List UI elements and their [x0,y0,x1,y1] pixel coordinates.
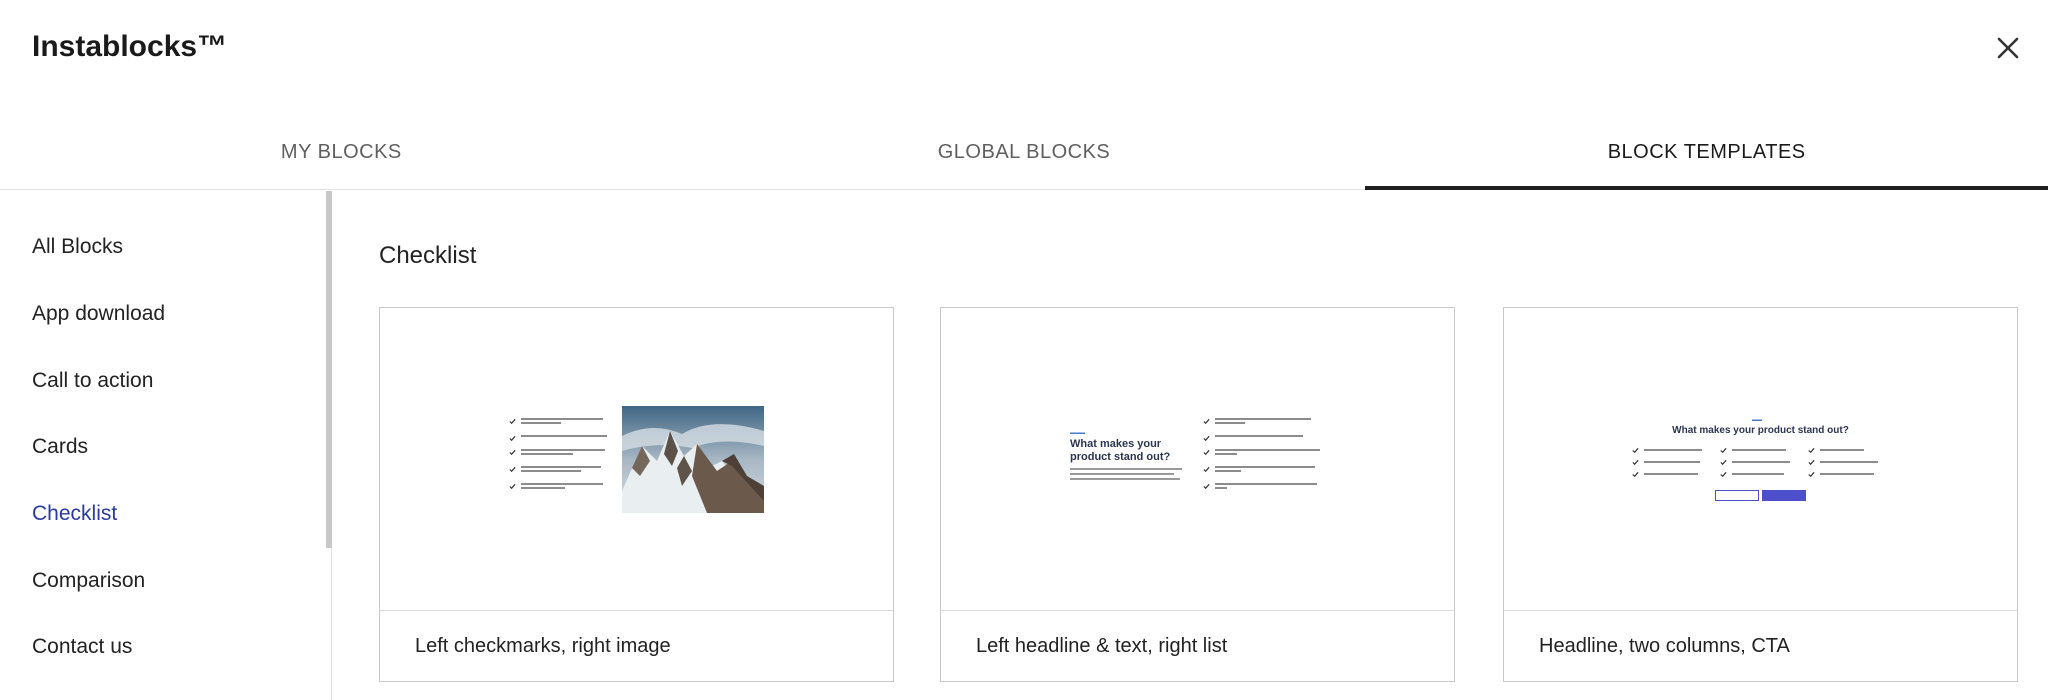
sidebar-item-cards[interactable]: Cards [32,435,88,459]
check-icon [1203,466,1210,473]
check-icon [1632,447,1639,454]
card-footer: Left headline & text, right list [941,610,1454,681]
check-icon [1808,471,1815,478]
preview-text-line [1070,468,1182,470]
card-footer: Left checkmarks, right image [380,610,893,681]
category-sidebar: All Blocks App download Call to action C… [0,191,332,700]
check-icon [1720,471,1727,478]
tab-global-blocks[interactable]: GLOBAL BLOCKS [683,124,1366,189]
check-icon [1808,459,1815,466]
template-card-headline-two-columns-cta[interactable]: ▬▬ What makes your product stand out? He… [1503,307,2018,682]
sidebar-scrollbar[interactable] [326,191,332,548]
sidebar-item-app-download[interactable]: App download [32,302,165,326]
check-icon [1632,471,1639,478]
preview-primary-cta [1762,490,1806,501]
preview-headline: What makes your product stand out? [1672,425,1849,436]
sidebar-item-call-to-action[interactable]: Call to action [32,369,153,393]
card-label: Headline, two columns, CTA [1539,635,1790,657]
close-button[interactable] [1990,30,2026,66]
modal-header: Instablocks™ [0,0,2048,96]
sidebar-item-contact-us[interactable]: Contact us [32,635,132,659]
check-icon [1720,447,1727,454]
template-preview [380,308,893,610]
sidebar-item-checklist[interactable]: Checklist [32,502,117,526]
check-icon [1808,447,1815,454]
check-icon [1203,483,1210,490]
preview-secondary-cta [1715,490,1759,501]
check-icon [509,435,516,442]
card-footer: Headline, two columns, CTA [1504,610,2017,681]
tab-my-blocks[interactable]: MY BLOCKS [0,124,683,189]
sidebar-item-all-blocks[interactable]: All Blocks [32,235,123,259]
app-title: Instablocks™ [32,30,228,63]
check-icon [509,449,516,456]
check-icon [509,466,516,473]
card-label: Left headline & text, right list [976,635,1228,657]
card-label: Left checkmarks, right image [415,635,671,657]
check-icon [1203,449,1210,456]
check-icon [509,418,516,425]
preview-text-line [1070,478,1180,480]
close-icon [1997,37,2019,59]
section-title: Checklist [379,242,477,269]
sidebar-item-comparison[interactable]: Comparison [32,569,145,593]
preview-eyebrow: ▬▬▬ [1070,430,1085,436]
check-icon [509,483,516,490]
preview-eyebrow: ▬▬ [1752,417,1762,423]
template-card-left-headline-right-list[interactable]: ▬▬▬ What makes your product stand out? L… [940,307,1455,682]
template-preview: ▬▬ What makes your product stand out? [1504,308,2017,610]
check-icon [1632,459,1639,466]
check-icon [1720,459,1727,466]
mountain-image [622,406,764,513]
tab-bar: MY BLOCKS GLOBAL BLOCKS BLOCK TEMPLATES [0,124,2048,190]
template-card-left-checkmarks-right-image[interactable]: Left checkmarks, right image [379,307,894,682]
check-icon [1203,435,1210,442]
preview-headline: What makes your product stand out? [1070,438,1171,463]
check-icon [1203,418,1210,425]
template-preview: ▬▬▬ What makes your product stand out? [941,308,1454,610]
preview-text-line [1070,473,1174,475]
tab-block-templates[interactable]: BLOCK TEMPLATES [1365,124,2048,190]
